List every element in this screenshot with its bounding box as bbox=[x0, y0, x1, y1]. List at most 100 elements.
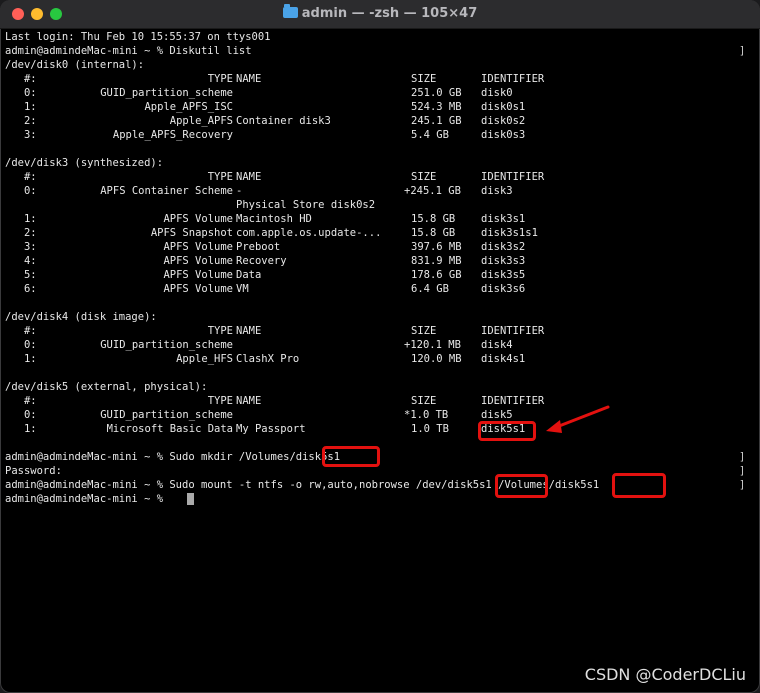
command-mark: ] bbox=[739, 451, 746, 463]
partition-identifier: disk3s3 bbox=[481, 255, 526, 267]
terminal-text: admin@admindeMac-mini ~ % Diskutil list bbox=[5, 45, 252, 57]
terminal-line: /dev/disk3 (synthesized): bbox=[5, 156, 755, 170]
partition-type: APFS Volume bbox=[163, 269, 233, 281]
terminal-line: 6: APFS Volume VM 6.4 GB disk3s6 bbox=[5, 282, 755, 296]
window-title: admin — -zsh — 105×47 bbox=[0, 4, 760, 21]
watermark: CSDN @CoderDCLiu bbox=[584, 665, 746, 684]
terminal-line: 1: APFS Volume Macintosh HD 15.8 GB disk3s1 bbox=[5, 212, 755, 226]
partition-size: +245.1 GB bbox=[404, 185, 461, 197]
terminal-line: 0: GUID_partition_scheme +120.1 MB disk4 bbox=[5, 338, 755, 352]
partition-size: 524.3 MB bbox=[411, 101, 462, 113]
partition-type: APFS Container Scheme bbox=[100, 185, 233, 197]
partition-size: 178.6 GB bbox=[411, 269, 462, 281]
terminal-line: 1: Apple_HFS ClashX Pro 120.0 MB disk4s1 bbox=[5, 352, 755, 366]
partition-type: APFS Volume bbox=[163, 241, 233, 253]
partition-size: 245.1 GB bbox=[411, 115, 462, 127]
partition-name: Physical Store disk0s2 bbox=[236, 199, 376, 211]
partition-type: APFS Volume bbox=[163, 213, 233, 225]
partition-type: Microsoft Basic Data bbox=[106, 423, 233, 435]
terminal-text: /dev/disk0 (internal): bbox=[5, 59, 145, 71]
partition-type: TYPE bbox=[207, 325, 233, 337]
partition-type: Apple_APFS_ISC bbox=[144, 101, 233, 113]
terminal-line: 1: Microsoft Basic Data My Passport 1.0 TB d… bbox=[5, 422, 755, 436]
text-cursor bbox=[187, 493, 194, 505]
partition-identifier: disk3s1s1 bbox=[481, 227, 538, 239]
partition-identifier: disk3s6 bbox=[481, 283, 526, 295]
partition-type: Apple_APFS bbox=[169, 115, 233, 127]
partition-name: - bbox=[236, 185, 243, 197]
partition-identifier: disk5 bbox=[481, 409, 513, 421]
partition-name: My Passport bbox=[236, 423, 306, 435]
partition-type: TYPE bbox=[207, 171, 233, 183]
terminal-text: admin@admindeMac-mini ~ % Sudo mkdir /Vo… bbox=[5, 451, 341, 463]
partition-name: NAME bbox=[236, 171, 262, 183]
partition-name: com.apple.os.update-... bbox=[236, 227, 382, 239]
highlight-box-identifier bbox=[478, 421, 536, 441]
red-arrow-icon bbox=[546, 405, 610, 433]
partition-type: APFS Volume bbox=[163, 283, 233, 295]
partition-identifier: disk0 bbox=[481, 87, 513, 99]
terminal-text: /dev/disk4 (disk image): bbox=[5, 311, 157, 323]
terminal-line: #: TYPE NAME SIZE IDENTIFIER bbox=[5, 394, 755, 408]
terminal-line: #: TYPE NAME SIZE IDENTIFIER bbox=[5, 72, 755, 86]
partition-size: 5.4 GB bbox=[411, 129, 449, 141]
partition-size: 15.8 GB bbox=[411, 213, 456, 225]
partition-identifier: disk0s2 bbox=[481, 115, 526, 127]
terminal-output[interactable]: Last login: Thu Feb 10 15:55:37 on ttys0… bbox=[5, 30, 755, 630]
partition-size: SIZE bbox=[411, 325, 437, 337]
partition-name: NAME bbox=[236, 73, 262, 85]
partition-identifier: disk3s5 bbox=[481, 269, 526, 281]
terminal-text: Last login: Thu Feb 10 15:55:37 on ttys0… bbox=[5, 31, 271, 43]
terminal-line: 1: Apple_APFS_ISC 524.3 MB disk0s1 bbox=[5, 100, 755, 114]
partition-size: 6.4 GB bbox=[411, 283, 449, 295]
partition-identifier: IDENTIFIER bbox=[481, 171, 545, 183]
command-mark: ] bbox=[739, 479, 746, 491]
partition-identifier: disk4 bbox=[481, 339, 513, 351]
partition-type: GUID_partition_scheme bbox=[100, 87, 233, 99]
partition-name: NAME bbox=[236, 325, 262, 337]
partition-identifier: disk0s3 bbox=[481, 129, 526, 141]
terminal-line: /dev/disk5 (external, physical): bbox=[5, 380, 755, 394]
title-bar: admin — -zsh — 105×47 bbox=[0, 0, 760, 29]
partition-size: 251.0 GB bbox=[411, 87, 462, 99]
terminal-line: admin@admindeMac-mini ~ % Sudo mkdir /Vo… bbox=[5, 450, 755, 464]
terminal-text: /dev/disk5 (external, physical): bbox=[5, 381, 208, 393]
partition-size: 831.9 MB bbox=[411, 255, 462, 267]
partition-size: +120.1 MB bbox=[404, 339, 461, 351]
terminal-line: 3: Apple_APFS_Recovery 5.4 GB disk0s3 bbox=[5, 128, 755, 142]
partition-identifier: disk4s1 bbox=[481, 353, 526, 365]
terminal-line: #: TYPE NAME SIZE IDENTIFIER bbox=[5, 170, 755, 184]
terminal-text: /dev/disk3 (synthesized): bbox=[5, 157, 164, 169]
partition-type: Apple_HFS bbox=[176, 353, 233, 365]
partition-identifier: disk3s2 bbox=[481, 241, 526, 253]
partition-size: 120.0 MB bbox=[411, 353, 462, 365]
partition-name: Data bbox=[236, 269, 262, 281]
terminal-line: /dev/disk0 (internal): bbox=[5, 58, 755, 72]
terminal-text: Password: bbox=[5, 465, 62, 477]
partition-type: GUID_partition_scheme bbox=[100, 339, 233, 351]
partition-name: Container disk3 bbox=[236, 115, 331, 127]
partition-identifier: disk0s1 bbox=[481, 101, 526, 113]
terminal-line: admin@admindeMac-mini ~ % Diskutil list] bbox=[5, 44, 755, 58]
partition-name: Preboot bbox=[236, 241, 281, 253]
partition-type: Apple_APFS_Recovery bbox=[112, 129, 233, 141]
partition-size: 1.0 TB bbox=[411, 423, 449, 435]
partition-identifier: IDENTIFIER bbox=[481, 73, 545, 85]
command-mark: ] bbox=[739, 45, 746, 57]
folder-icon bbox=[282, 4, 298, 18]
highlight-box-mkdir bbox=[322, 446, 380, 467]
terminal-line: 0: GUID_partition_scheme *1.0 TB disk5 bbox=[5, 408, 755, 422]
partition-size: SIZE bbox=[411, 73, 437, 85]
highlight-box-dev bbox=[495, 474, 548, 498]
partition-name: Recovery bbox=[236, 255, 287, 267]
partition-type: TYPE bbox=[207, 395, 233, 407]
terminal-line: 0: GUID_partition_scheme 251.0 GB disk0 bbox=[5, 86, 755, 100]
partition-size: SIZE bbox=[411, 395, 437, 407]
terminal-line: #: TYPE NAME SIZE IDENTIFIER bbox=[5, 324, 755, 338]
partition-type: GUID_partition_scheme bbox=[100, 409, 233, 421]
partition-size: *1.0 TB bbox=[404, 409, 449, 421]
terminal-line: 2: APFS Snapshot com.apple.os.update-... 15… bbox=[5, 226, 755, 240]
